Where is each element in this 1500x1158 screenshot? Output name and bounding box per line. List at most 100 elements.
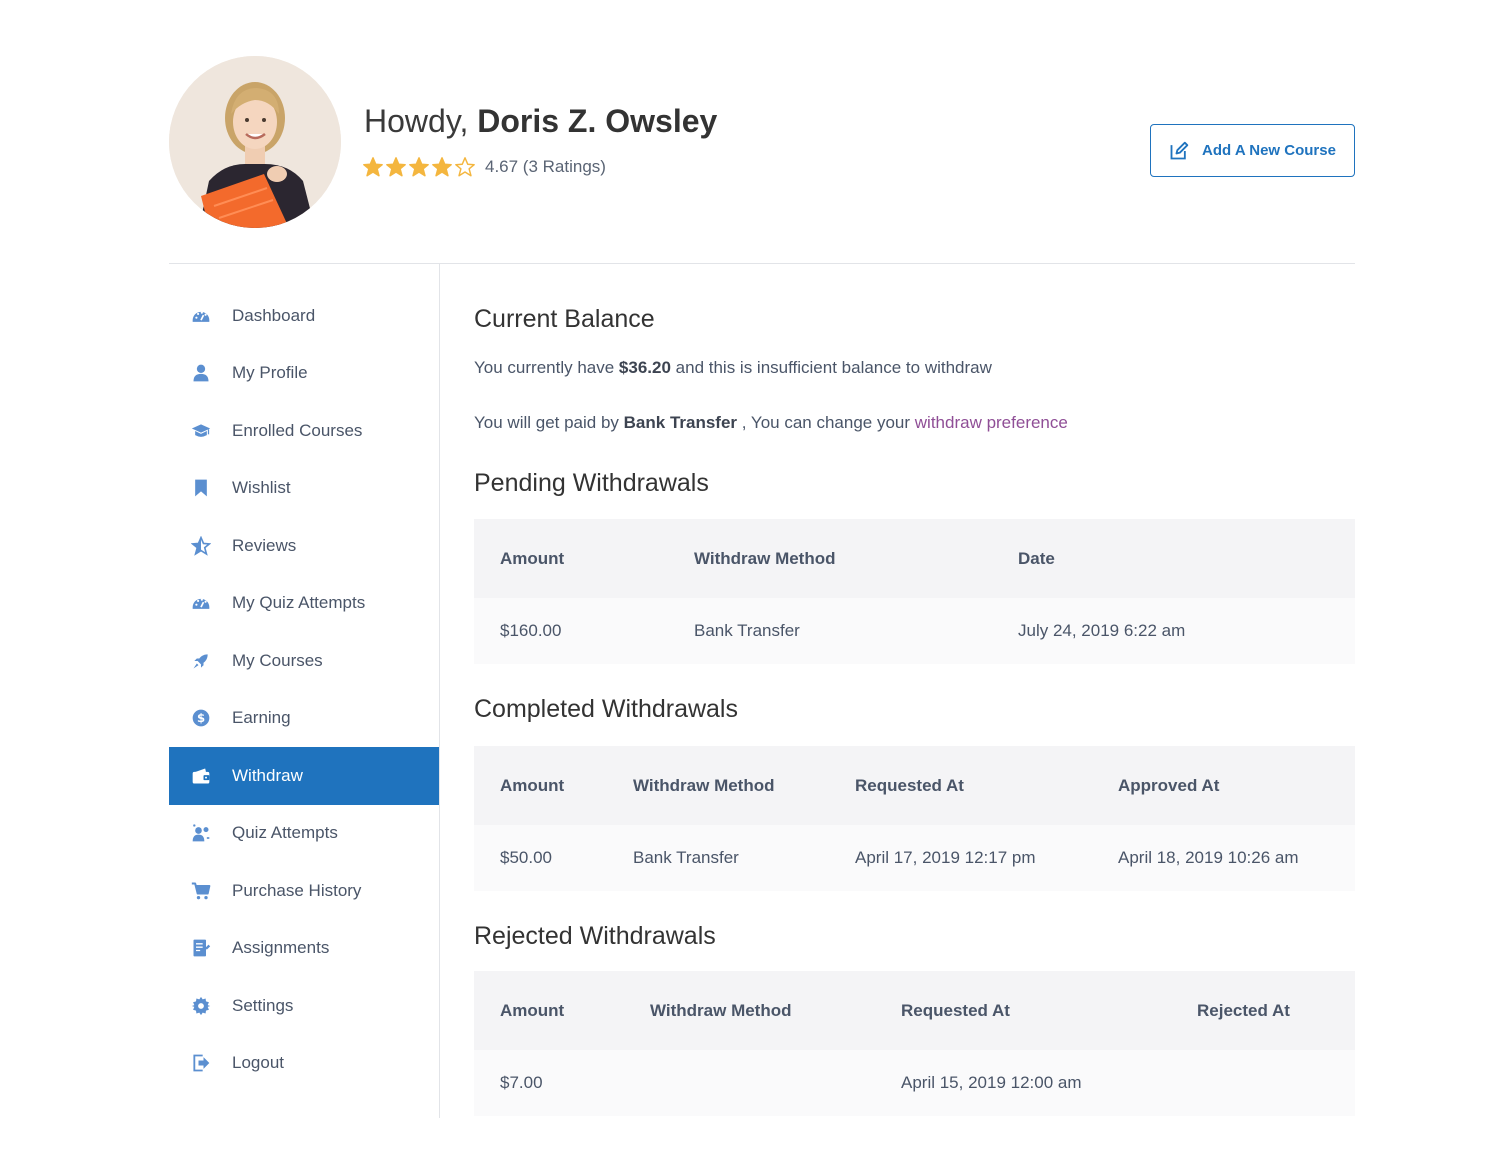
gear-icon (190, 995, 212, 1017)
sidebar-item-label: Enrolled Courses (232, 420, 363, 440)
star-icon (191, 535, 211, 556)
sidebar-item-logout[interactable]: Logout (169, 1035, 439, 1093)
sidebar-item-label: Logout (232, 1053, 284, 1073)
header-cell: Rejected At (1197, 1000, 1290, 1020)
table-cell: Bank Transfer (694, 621, 800, 640)
sidebar-item-purchase-history[interactable]: Purchase History (169, 862, 439, 920)
greeting: Howdy, Doris Z. Owsley (364, 103, 717, 140)
header-cell: Withdraw Method (633, 775, 775, 795)
header-cell: Withdraw Method (650, 1000, 792, 1020)
table-cell: April 15, 2019 12:00 am (901, 1073, 1082, 1092)
sidebar-item-label: My Profile (232, 363, 308, 383)
dashboard-gauge-icon (190, 305, 212, 327)
star-filled-icon (363, 157, 383, 177)
header-cell: Amount (500, 548, 565, 568)
sidebar-item-my-courses[interactable]: My Courses (169, 632, 439, 690)
sidebar-item-withdraw[interactable]: Withdraw (169, 747, 439, 805)
bookmark-icon (190, 477, 212, 499)
table-cell: $7.00 (500, 1073, 543, 1092)
sidebar-item-label: Wishlist (232, 478, 291, 498)
payment-method: Bank Transfer (623, 413, 738, 432)
withdraw-preference-link[interactable]: withdraw preference (915, 413, 1068, 432)
sidebar-item-my-quiz-attempts[interactable]: My Quiz Attempts (169, 575, 439, 633)
sidebar-item-wishlist[interactable]: Wishlist (169, 460, 439, 518)
graduation-cap-icon (191, 424, 211, 437)
user-icon (190, 362, 212, 384)
sidebar-item-reviews[interactable]: Reviews (169, 517, 439, 575)
balance-prefix: You currently have (474, 358, 615, 377)
star-icon (190, 535, 212, 557)
star-filled-icon (409, 157, 429, 177)
assignment-icon (190, 937, 212, 959)
payment-middle: , You can change your (741, 413, 911, 432)
header-cell: Requested At (901, 1000, 1010, 1020)
edit-icon (1170, 141, 1189, 159)
table-cell: Bank Transfer (633, 848, 739, 867)
sidebar-item-enrolled-courses[interactable]: Enrolled Courses (169, 402, 439, 460)
cart-icon (191, 882, 211, 900)
gauge-icon (192, 598, 210, 610)
wallet-icon (190, 765, 212, 787)
logout-icon (193, 1054, 210, 1072)
header-cell: Date (1018, 548, 1055, 568)
sidebar-item-dashboard[interactable]: Dashboard (169, 287, 439, 345)
balance-text: You currently have $36.20 and this is in… (474, 358, 992, 378)
header-cell: Amount (500, 1000, 565, 1020)
star-filled-icon (386, 157, 406, 177)
user-icon (193, 364, 209, 382)
sidebar-divider (439, 264, 440, 1118)
table-header: Amount Withdraw Method Date (474, 519, 1355, 598)
assignment-icon (193, 939, 211, 957)
rejected-withdrawals-table: Amount Withdraw Method Requested At Reje… (474, 971, 1355, 1116)
sidebar-item-label: My Quiz Attempts (232, 593, 366, 613)
payment-method-text: You will get paid by Bank Transfer , You… (474, 413, 1068, 433)
sidebar-item-label: Quiz Attempts (232, 823, 338, 843)
sidebar-item-label: My Courses (232, 650, 323, 670)
table-cell: April 17, 2019 12:17 pm (855, 848, 1036, 867)
sidebar-item-my-profile[interactable]: My Profile (169, 345, 439, 403)
quiz-users-icon (190, 822, 212, 844)
avatar-photo (169, 56, 341, 228)
sidebar-item-label: Dashboard (232, 305, 316, 325)
sidebar-item-assignments[interactable]: Assignments (169, 920, 439, 978)
star-filled-icon (432, 157, 452, 177)
gear-icon (191, 996, 211, 1015)
pending-withdrawals-title: Pending Withdrawals (474, 469, 709, 497)
pending-withdrawals-table: Amount Withdraw Method Date $160.00 Bank… (474, 519, 1355, 664)
user-name: Doris Z. Owsley (477, 103, 718, 139)
sidebar-item-label: Purchase History (232, 880, 362, 900)
quiz-users-icon (192, 824, 210, 842)
table-cell: $50.00 (500, 848, 552, 867)
user-avatar (169, 56, 341, 228)
table-header: Amount Withdraw Method Requested At Reje… (474, 971, 1355, 1050)
balance-amount: $36.20 (618, 358, 671, 377)
rating-text: 4.67 (3 Ratings) (485, 157, 606, 176)
table-row: $7.00 April 15, 2019 12:00 am (474, 1050, 1355, 1116)
balance-suffix: and this is insufficient balance to with… (675, 358, 992, 377)
header-cell: Approved At (1118, 775, 1220, 795)
header-cell: Requested At (855, 775, 964, 795)
bookmark-icon (195, 479, 207, 497)
dollar-icon: $ (190, 707, 212, 729)
sidebar-item-label: Earning (232, 708, 291, 728)
gauge-icon (190, 592, 212, 614)
sidebar-item-quiz-attempts[interactable]: Quiz Attempts (169, 805, 439, 863)
rating-stars (362, 156, 477, 178)
table-row: $160.00 Bank Transfer July 24, 2019 6:22… (474, 598, 1355, 664)
table-cell: July 24, 2019 6:22 am (1018, 621, 1186, 640)
wallet-icon (192, 768, 210, 784)
logout-icon (190, 1052, 212, 1074)
current-balance-title: Current Balance (474, 305, 655, 333)
sidebar-item-earning[interactable]: $ Earning (169, 690, 439, 748)
add-new-course-label: Add A New Course (1202, 142, 1336, 159)
add-new-course-button[interactable]: Add A New Course (1150, 124, 1355, 177)
sidebar-item-label: Assignments (232, 938, 330, 958)
header-cell: Amount (500, 775, 565, 795)
sidebar-item-label: Reviews (232, 535, 297, 555)
sidebar-item-settings[interactable]: Settings (169, 977, 439, 1035)
greeting-prefix: Howdy, (364, 103, 469, 139)
completed-withdrawals-title: Completed Withdrawals (474, 695, 738, 723)
dashboard-gauge-icon (192, 311, 210, 322)
payment-prefix: You will get paid by (474, 413, 619, 432)
table-header: Amount Withdraw Method Requested At Appr… (474, 746, 1355, 825)
